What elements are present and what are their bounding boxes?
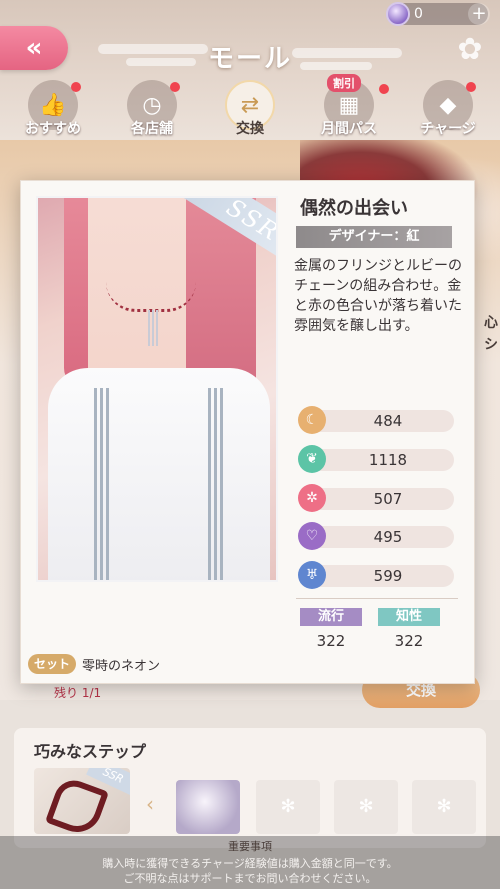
- coin-slot[interactable]: [176, 780, 240, 834]
- page-title: モール: [207, 44, 292, 74]
- item-description: 金属のフリンジとルビーのチェーンの組み合わせ。金と赤の色合いが落ち着いた雰囲気を…: [294, 258, 462, 334]
- elegance-icon: ☾: [298, 406, 326, 434]
- tag-intellect: 知性: [378, 608, 440, 626]
- tab-label: おすすめ: [25, 121, 81, 137]
- stripe: [106, 388, 109, 580]
- flower-ornament-icon: ✿: [457, 32, 483, 67]
- item-thumbnail[interactable]: SSR: [34, 768, 130, 834]
- empty-slot[interactable]: ✻: [256, 780, 320, 834]
- camisole-image: [48, 368, 270, 580]
- pendant-image: [148, 310, 158, 346]
- gem-icon: [386, 2, 410, 26]
- cool-icon: ♅: [298, 561, 326, 589]
- section-title: 巧みなステップ: [34, 742, 147, 761]
- footer-title: 重要事項: [228, 840, 272, 853]
- tab-monthly-pass[interactable]: ▦ 割引 月間パス: [313, 74, 389, 140]
- tab-label: 交換: [236, 121, 264, 137]
- stripe: [208, 388, 211, 580]
- stat-value: 495: [308, 526, 454, 548]
- tab-exchange[interactable]: ⇄ 交換: [212, 80, 288, 140]
- side-text: 心シ: [484, 315, 498, 353]
- stat-sexy: ♡ 495: [298, 522, 454, 550]
- stat-value: 484: [308, 410, 454, 432]
- tab-stores[interactable]: ◷ 各店舗: [116, 80, 188, 140]
- tag-value: 322: [316, 632, 346, 650]
- tab-label: 各店舗: [131, 121, 173, 137]
- stripe: [220, 388, 223, 580]
- notification-dot: [170, 82, 180, 92]
- stat-cool: ♅ 599: [298, 561, 454, 589]
- stat-value: 507: [308, 488, 454, 510]
- divider: [296, 598, 458, 599]
- stripe: [214, 388, 217, 580]
- tab-charge[interactable]: ◆ チャージ: [412, 80, 484, 140]
- sale-badge: 割引: [327, 74, 361, 92]
- item-image: SSR: [36, 196, 278, 582]
- remaining-count: 残り 1/1: [54, 686, 102, 700]
- notification-dot: [466, 82, 476, 92]
- chevron-left-icon[interactable]: ‹: [146, 792, 154, 816]
- notification-dot: [71, 82, 81, 92]
- stat-freshness: ❦ 1118: [298, 445, 454, 473]
- tab-label: 月間パス: [321, 121, 377, 137]
- tag-value: 322: [394, 632, 424, 650]
- stat-elegance: ☾ 484: [298, 406, 454, 434]
- footer-line: ご不明な点はサポートまでお問い合わせください。: [123, 872, 377, 885]
- freshness-icon: ❦: [298, 445, 326, 473]
- sweetness-icon: ✲: [298, 484, 326, 512]
- stat-value: 599: [308, 565, 454, 587]
- tab-bar: 👍 おすすめ ◷ 各店舗 ⇄ 交換 ▦ 割引 月間パス ◆ チャージ: [0, 74, 500, 140]
- tab-label: チャージ: [420, 121, 476, 137]
- empty-slot[interactable]: ✻: [412, 780, 476, 834]
- item-name: 偶然の出会い: [300, 198, 408, 219]
- add-currency-button[interactable]: +: [468, 3, 490, 25]
- currency-display: 0 +: [386, 2, 490, 26]
- currency-amount: 0: [414, 6, 423, 22]
- stripe: [100, 388, 103, 580]
- shoe-image: [44, 774, 110, 834]
- stat-sweetness: ✲ 507: [298, 484, 454, 512]
- sexy-icon: ♡: [298, 522, 326, 550]
- empty-slot[interactable]: ✻: [334, 780, 398, 834]
- notification-dot: [379, 84, 389, 94]
- tab-recommended[interactable]: 👍 おすすめ: [17, 80, 89, 140]
- stripe: [94, 388, 97, 580]
- footer-line: 購入時に獲得できるチャージ経験値は購入金額と同一です。: [102, 857, 398, 870]
- tag-trend: 流行: [300, 608, 362, 626]
- stat-value: 1118: [308, 449, 454, 471]
- designer-label: デザイナー：紅: [296, 226, 452, 248]
- set-badge: セット: [28, 654, 76, 674]
- set-name[interactable]: 零時のネオン: [82, 655, 160, 674]
